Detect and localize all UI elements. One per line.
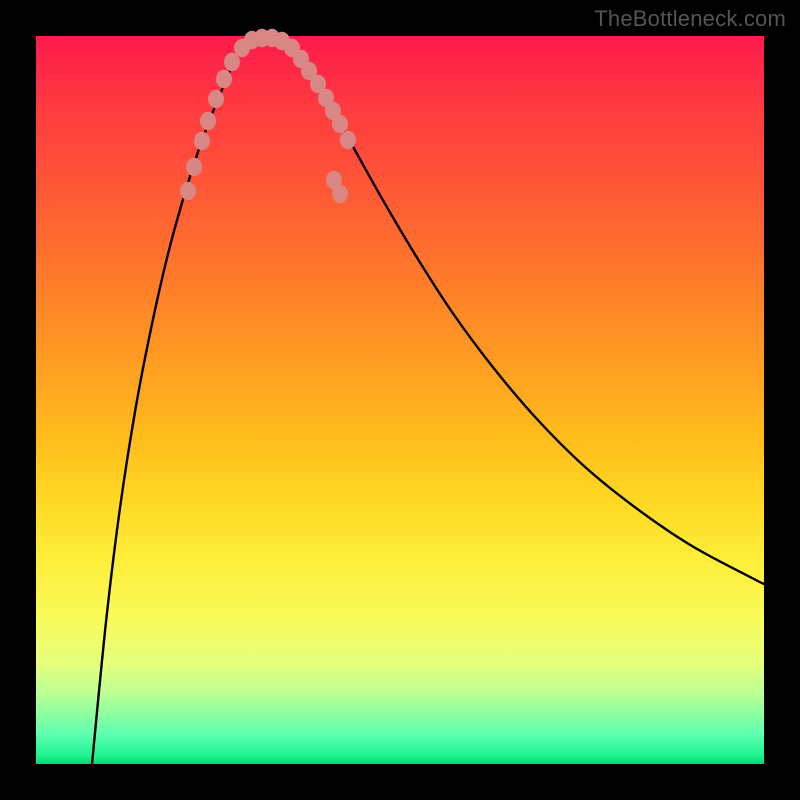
data-markers (180, 29, 356, 203)
curve-path (92, 37, 764, 764)
watermark-text: TheBottleneck.com (594, 6, 786, 32)
chart-frame: TheBottleneck.com (0, 0, 800, 800)
marker-dot (332, 115, 348, 133)
marker-dot (208, 90, 224, 108)
marker-dot (200, 112, 216, 130)
bottleneck-curve (92, 37, 764, 764)
marker-dot (340, 131, 356, 149)
marker-dot (332, 185, 348, 203)
curve-svg (36, 36, 764, 764)
marker-dot (194, 132, 210, 150)
marker-dot (216, 70, 232, 88)
marker-dot (180, 182, 196, 200)
marker-dot (186, 158, 202, 176)
plot-area (36, 36, 764, 764)
